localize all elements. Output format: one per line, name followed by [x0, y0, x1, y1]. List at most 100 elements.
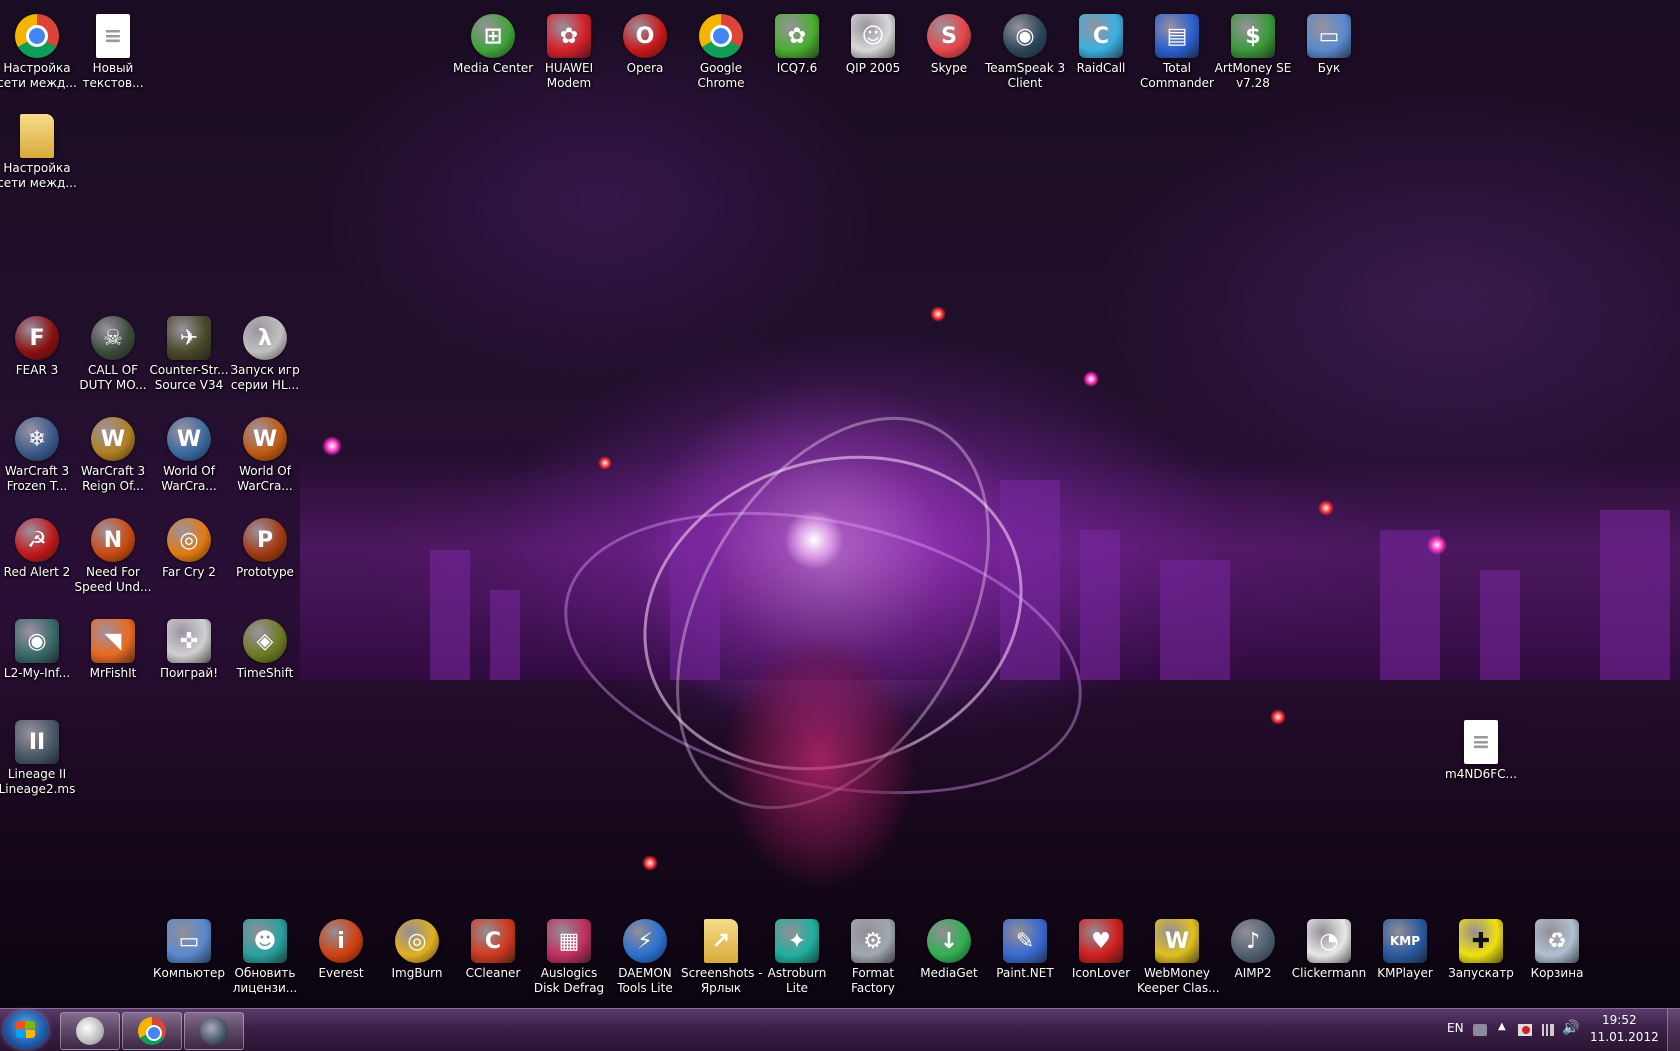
desktop-icon-nfs[interactable]: N Need For Speed Und...	[73, 512, 153, 595]
clock-date[interactable]: 11.01.2012	[1590, 1030, 1659, 1044]
desktop-icon-paintnet[interactable]: ✎ Paint.NET	[985, 913, 1065, 981]
desktop-icon-m4nd[interactable]: ≡ m4ND6FC...	[1441, 714, 1521, 782]
qip-cat-icon	[76, 1017, 104, 1045]
desktop-icon-label: CALL OF DUTY MO...	[79, 363, 147, 392]
desktop-icon-mrfishit[interactable]: ◥ MrFishIt	[73, 613, 153, 681]
desktop-icon-timeshift[interactable]: ◈ TimeShift	[225, 613, 305, 681]
nfs-icon: N	[91, 518, 135, 562]
desktop-icon-label: Red Alert 2	[3, 565, 71, 579]
action-center-flag-icon[interactable]	[1518, 1024, 1532, 1036]
farcry-icon: ◎	[167, 518, 211, 562]
desktop-icon-wc3-reign[interactable]: W WarCraft 3 Reign Of...	[73, 411, 153, 494]
fish-icon: ◥	[91, 619, 135, 663]
desktop-icon-new-text[interactable]: ≡ Новый текстов...	[73, 8, 153, 91]
paintnet-icon: ✎	[1003, 919, 1047, 963]
keyboard-icon[interactable]	[1473, 1024, 1487, 1036]
network-signal-icon[interactable]	[1540, 1024, 1554, 1036]
license-icon: ☻	[243, 919, 287, 963]
taskbar-qip-button[interactable]	[60, 1012, 120, 1050]
desktop-icon-hl[interactable]: λ Запуск игр серии HL...	[225, 310, 305, 393]
desktop-icon-update-license[interactable]: ☻ Обновить лицензи...	[225, 913, 305, 996]
fear-game-icon: F	[15, 316, 59, 360]
timeshift-icon: ◈	[243, 619, 287, 663]
language-indicator[interactable]: EN	[1447, 1021, 1464, 1035]
wallpaper-light-dot	[322, 436, 342, 456]
desktop-icon-label: Бук	[1317, 61, 1341, 75]
volume-icon[interactable]: 🔊	[1562, 1020, 1579, 1036]
desktop-icon-opera[interactable]: O Opera	[605, 8, 685, 76]
desktop-icon-l2[interactable]: ◉ L2-My-Inf...	[0, 613, 77, 681]
desktop-icon-webmoney[interactable]: W WebMoney Keeper Clas...	[1137, 913, 1220, 996]
desktop-icon-huawei[interactable]: ✿ HUAWEI Modem	[529, 8, 609, 91]
desktop-icon-clickermann[interactable]: ◔ Clickermann	[1289, 913, 1369, 981]
show-desktop-button[interactable]	[1667, 1009, 1680, 1051]
desktop-icon-qip[interactable]: ☺ QIP 2005	[833, 8, 913, 76]
desktop-icon-net-settings-folder[interactable]: Настройка сети межд...	[0, 108, 77, 191]
desktop-icon-label: Корзина	[1530, 966, 1584, 980]
huawei-icon: ✿	[547, 14, 591, 58]
taskbar-lineage-button[interactable]	[184, 1012, 244, 1050]
desktop-icon-kmplayer[interactable]: KMP KMPlayer	[1365, 913, 1445, 981]
desktop-icon-zapuskatr[interactable]: ✚ Запускатр	[1441, 913, 1521, 981]
aimp-icon: ♪	[1231, 919, 1275, 963]
computer-icon: ▭	[1307, 14, 1351, 58]
taskbar-chrome-button[interactable]	[122, 1012, 182, 1050]
wallpaper-light-dot	[1427, 535, 1447, 555]
start-button[interactable]	[4, 1011, 48, 1049]
desktop-icon-label: ImgBurn	[391, 966, 443, 980]
desktop-icon-label: Настройка сети межд...	[0, 161, 77, 190]
desktop-icon-ra2[interactable]: ☭ Red Alert 2	[0, 512, 77, 580]
desktop-icon-skype[interactable]: S Skype	[909, 8, 989, 76]
desktop-icon-artmoney[interactable]: $ ArtMoney SE v7.28	[1213, 8, 1293, 91]
money-icon: $	[1231, 14, 1275, 58]
desktop-icon-icq[interactable]: ✿ ICQ7.6	[757, 8, 837, 76]
desktop-icon-teamspeak[interactable]: ◉ TeamSpeak 3 Client	[985, 8, 1065, 91]
show-hidden-icons-arrow[interactable]: ▲	[1498, 1021, 1506, 1032]
desktop-icon-daemon[interactable]: ⚡ DAEMON Tools Lite	[605, 913, 685, 996]
desktop-icon-google-chrome[interactable]: Google Chrome	[681, 8, 761, 91]
desktop-icon-poigrai[interactable]: ✜ Поиграй!	[149, 613, 229, 681]
desktop-icon-cs[interactable]: ✈ Counter-Str... Source V34	[149, 310, 229, 393]
desktop-icon-label: AIMP2	[1234, 966, 1272, 980]
desktop-icon-prototype[interactable]: P Prototype	[225, 512, 305, 580]
desktop-icon-wow1[interactable]: W World Of WarCra...	[149, 411, 229, 494]
desktop-icon-lineage2[interactable]: II Lineage II Lineage2.ms	[0, 714, 77, 797]
desktop-icon-aimp[interactable]: ♪ AIMP2	[1213, 913, 1293, 981]
desktop-icon-wow2[interactable]: W World Of WarCra...	[225, 411, 305, 494]
desktop-icon-wc3-frozen[interactable]: ❄ WarCraft 3 Frozen T...	[0, 411, 77, 494]
desktop-icon-recycle[interactable]: ♻ Корзина	[1517, 913, 1597, 981]
desktop-icon-computer[interactable]: ▭ Компьютер	[149, 913, 229, 981]
desktop-icon-screenshots[interactable]: ↗ Screenshots - Ярлык	[681, 913, 763, 996]
wallpaper-light-dot	[930, 306, 946, 322]
desktop-icon-mediaget[interactable]: ↓ MediaGet	[909, 913, 989, 981]
icq-flower-icon: ✿	[775, 14, 819, 58]
desktop-icon-net-settings[interactable]: Настройка сети межд...	[0, 8, 77, 91]
desktop-icon-iconlover[interactable]: ♥ IconLover	[1061, 913, 1141, 981]
l2-orb-icon: ◉	[15, 619, 59, 663]
wallpaper-dancer	[690, 600, 950, 920]
desktop-icon-media-center[interactable]: ⊞ Media Center	[453, 8, 533, 76]
desktop-icon-label: Настройка сети межд...	[0, 61, 77, 90]
desktop-icon-total-commander[interactable]: ▤ Total Commander	[1137, 8, 1217, 91]
desktop-icon-label: MediaGet	[920, 966, 978, 980]
desktop-icon-label: Paint.NET	[996, 966, 1054, 980]
desktop-icon-fear3[interactable]: F FEAR 3	[0, 310, 77, 378]
desktop-icon-format-factory[interactable]: ⚙ Format Factory	[833, 913, 913, 996]
desktop-icon-farcry[interactable]: ◎ Far Cry 2	[149, 512, 229, 580]
desktop-icon-imgburn[interactable]: ◎ ImgBurn	[377, 913, 457, 981]
desktop-icon-label: Astroburn Lite	[767, 966, 827, 995]
desktop-icon-everest[interactable]: i Everest	[301, 913, 381, 981]
desktop-icon-cod[interactable]: ☠ CALL OF DUTY MO...	[73, 310, 153, 393]
desktop-icon-label: HUAWEI Modem	[544, 61, 594, 90]
desktop-icon-label: ArtMoney SE v7.28	[1214, 61, 1292, 90]
desktop-icon-ccleaner[interactable]: C CCleaner	[453, 913, 533, 981]
desktop-icon-buk[interactable]: ▭ Бук	[1289, 8, 1369, 76]
desktop-icon-astroburn[interactable]: ✦ Astroburn Lite	[757, 913, 837, 996]
clock-time[interactable]: 19:52	[1602, 1013, 1637, 1027]
desktop-icon-label: Screenshots - Ярлык	[681, 966, 763, 995]
desktop-icon-raidcall[interactable]: C RaidCall	[1061, 8, 1141, 76]
webmoney-icon: W	[1155, 919, 1199, 963]
desktop-icon-label: Auslogics Disk Defrag	[533, 966, 605, 995]
lineage-icon: II	[15, 720, 59, 764]
desktop-icon-auslogics[interactable]: ▦ Auslogics Disk Defrag	[529, 913, 609, 996]
